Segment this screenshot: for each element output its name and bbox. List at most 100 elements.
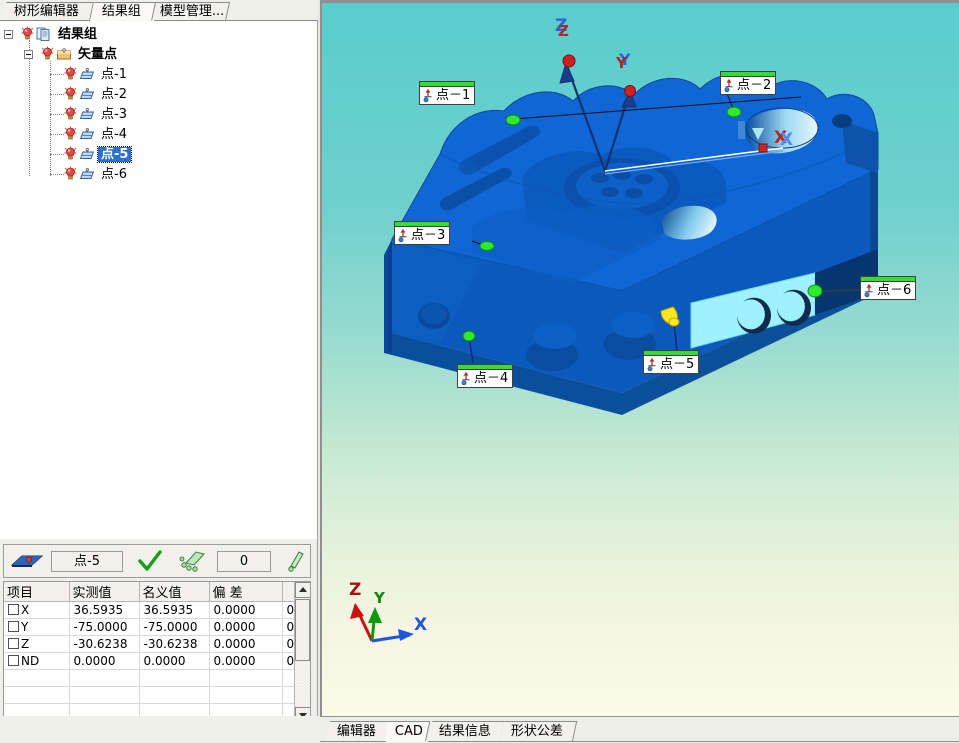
lamp-icon bbox=[64, 106, 77, 120]
point-callout-label[interactable]: 点－2 bbox=[720, 71, 777, 95]
svg-text:X: X bbox=[780, 130, 793, 150]
tree-node-root[interactable]: 结果组 bbox=[4, 24, 100, 44]
cell-item[interactable]: Y bbox=[4, 618, 70, 636]
point-cloud-icon[interactable] bbox=[179, 549, 207, 573]
vector-point-icon bbox=[79, 67, 95, 79]
cell-measured: 36.5935 bbox=[69, 601, 140, 619]
point-callout-label[interactable]: 点－5 bbox=[643, 350, 700, 374]
tab-result-info[interactable]: 结果信息 bbox=[427, 721, 506, 742]
tree-root-label: 结果组 bbox=[58, 26, 98, 42]
tab-form-tolerance-label: 形状公差 bbox=[510, 724, 563, 739]
nav-axis-x-label: X bbox=[414, 615, 427, 635]
tab-cad-label: CAD bbox=[394, 724, 423, 739]
tab-form-tolerance[interactable]: 形状公差 bbox=[499, 721, 578, 742]
cell-item[interactable]: X bbox=[4, 601, 70, 619]
tree-item-label: 点-5 bbox=[96, 145, 133, 163]
tree-node-point[interactable]: 点-6 bbox=[50, 164, 130, 184]
tab-model-manager[interactable]: 模型管理... bbox=[147, 2, 231, 21]
row-checkbox[interactable] bbox=[8, 655, 19, 666]
table-row[interactable]: X 36.5935 36.5935 0.0000 0 bbox=[4, 601, 310, 619]
tree-item-label: 点-1 bbox=[101, 66, 127, 82]
result-detail-panel: 点-5 0 项目 实测值 名义值 偏 差 X 36.5935 36.5935 0… bbox=[0, 539, 318, 743]
point-callout-text: 点－3 bbox=[411, 228, 446, 243]
cell-nominal: 36.5935 bbox=[139, 601, 210, 619]
point-callout-text: 点－2 bbox=[737, 78, 772, 93]
tree-node-point[interactable]: 点-1 bbox=[50, 64, 130, 84]
lamp-icon bbox=[64, 66, 77, 80]
table-row[interactable]: ND 0.0000 0.0000 0.0000 0 bbox=[4, 652, 310, 670]
cad-model-scene: Z Z Y Y X X Z Y X bbox=[349, 16, 879, 643]
nav-axis-y-label: Y bbox=[373, 589, 386, 607]
row-checkbox[interactable] bbox=[8, 621, 19, 632]
eraser-icon[interactable] bbox=[285, 549, 305, 573]
cell-item[interactable]: ND bbox=[4, 652, 70, 670]
cell-measured: 0.0000 bbox=[69, 652, 140, 670]
tab-model-manager-label: 模型管理... bbox=[159, 4, 225, 19]
feature-name-field[interactable]: 点-5 bbox=[51, 550, 123, 572]
table-header-row: 项目 实测值 名义值 偏 差 bbox=[4, 582, 310, 602]
scroll-up-button[interactable] bbox=[295, 582, 310, 598]
tree-node-point[interactable]: 点-5 bbox=[50, 144, 133, 164]
navigation-axis-gizmo: Z Y X bbox=[349, 580, 427, 643]
left-panel: 树形编辑器 结果组 模型管理... 结果组 矢量点 点-1 点-2 点-3 点-… bbox=[0, 0, 318, 743]
cad-viewport[interactable]: Z Z Y Y X X Z Y X 点－1 点－2 点－3 点－4 点－5 点－… bbox=[322, 3, 959, 716]
tree-node-point[interactable]: 点-4 bbox=[50, 124, 130, 144]
result-toolbar: 点-5 0 bbox=[3, 544, 311, 578]
point-callout-label[interactable]: 点－6 bbox=[860, 276, 917, 300]
collapse-toggle-group[interactable] bbox=[24, 49, 33, 59]
point-callout-label[interactable]: 点－1 bbox=[419, 81, 476, 105]
cell-measured: -75.0000 bbox=[69, 618, 140, 636]
tree-item-label: 点-3 bbox=[101, 106, 127, 122]
svg-text:Y: Y bbox=[615, 54, 628, 72]
point-marker-icon bbox=[647, 358, 656, 372]
row-checkbox[interactable] bbox=[8, 638, 19, 649]
table-row-empty bbox=[4, 669, 310, 687]
tree-node-group[interactable]: 矢量点 bbox=[24, 44, 120, 64]
tab-editor[interactable]: 编辑器 bbox=[325, 721, 394, 742]
scroll-track-vertical[interactable] bbox=[295, 662, 310, 706]
lamp-icon bbox=[21, 26, 34, 40]
scroll-thumb-vertical[interactable] bbox=[295, 599, 310, 661]
vector-point-icon bbox=[79, 127, 95, 139]
point-callout-text: 点－1 bbox=[436, 88, 471, 103]
point-callout-label[interactable]: 点－4 bbox=[457, 364, 514, 388]
green-check-icon[interactable] bbox=[137, 549, 163, 573]
cell-deviation: 0.0000 bbox=[209, 601, 283, 619]
column-header-nominal[interactable]: 名义值 bbox=[139, 582, 210, 602]
vector-point-icon bbox=[79, 167, 95, 179]
table-row[interactable]: Y -75.0000 -75.0000 0.0000 0 bbox=[4, 618, 310, 636]
bottom-active-tab-mask bbox=[386, 741, 428, 742]
cell-item[interactable]: Z bbox=[4, 635, 70, 653]
cell-deviation: 0.0000 bbox=[209, 618, 283, 636]
row-checkbox[interactable] bbox=[8, 604, 19, 615]
tab-result-group[interactable]: 结果组 bbox=[89, 2, 157, 21]
tree-node-point[interactable]: 点-3 bbox=[50, 104, 130, 124]
cad-viewport-frame: Z Z Y Y X X Z Y X 点－1 点－2 点－3 点－4 点－5 点－… bbox=[320, 0, 959, 716]
tree-item-label: 点-2 bbox=[101, 86, 127, 102]
point-count-field[interactable]: 0 bbox=[217, 550, 271, 572]
tab-tree-editor-label: 树形编辑器 bbox=[13, 4, 79, 19]
table-row[interactable]: Z -30.6238 -30.6238 0.0000 0 bbox=[4, 635, 310, 653]
point-callout-text: 点－6 bbox=[877, 283, 912, 298]
folder-icon bbox=[57, 48, 71, 60]
cell-nominal: -30.6238 bbox=[139, 635, 210, 653]
result-tree[interactable]: 结果组 矢量点 点-1 点-2 点-3 点-4 点-5 点-6 bbox=[0, 21, 318, 539]
bottom-left-filler bbox=[0, 716, 320, 743]
column-header-item[interactable]: 项目 bbox=[4, 582, 70, 602]
cell-measured: -30.6238 bbox=[69, 635, 140, 653]
tab-cad[interactable]: CAD bbox=[383, 721, 431, 742]
lamp-icon bbox=[64, 86, 77, 100]
bottom-tab-strip: 编辑器 CAD 结果信息 形状公差 bbox=[320, 716, 959, 743]
cell-nominal: 0.0000 bbox=[139, 652, 210, 670]
collapse-toggle-root[interactable] bbox=[4, 29, 13, 39]
grid-vertical-scrollbar[interactable] bbox=[294, 582, 310, 723]
point-marker-icon bbox=[398, 229, 407, 243]
tab-tree-editor[interactable]: 树形编辑器 bbox=[1, 2, 95, 21]
point-callout-label[interactable]: 点－3 bbox=[394, 221, 451, 245]
tree-item-label: 点-4 bbox=[101, 126, 127, 142]
measurement-table: 项目 实测值 名义值 偏 差 X 36.5935 36.5935 0.0000 0 Y -7… bbox=[4, 582, 310, 721]
plane-probe-icon[interactable] bbox=[10, 550, 44, 572]
tree-node-point[interactable]: 点-2 bbox=[50, 84, 130, 104]
column-header-deviation[interactable]: 偏 差 bbox=[209, 582, 283, 602]
column-header-measured[interactable]: 实测值 bbox=[69, 582, 140, 602]
